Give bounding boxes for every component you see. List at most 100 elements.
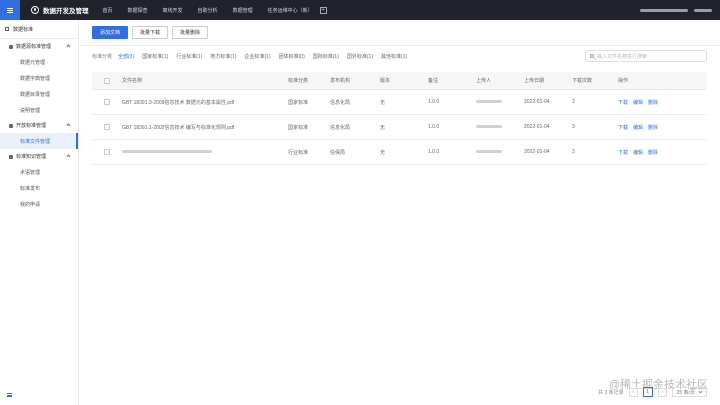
chevron-down-icon [698, 388, 703, 394]
file-uploader [476, 99, 524, 105]
file-uploader [476, 124, 524, 130]
files-table: 文件名称 标准分类 发布机构 版本 备注 上传人 上传日期 下载次数 操作 GB… [92, 72, 707, 165]
file-note: 1.0.0 [428, 124, 440, 130]
sidebar-group-knowledge[interactable]: 标准知识管理 [0, 149, 78, 164]
redacted-uploader [476, 125, 502, 129]
redacted-uploader [476, 100, 502, 104]
folder-icon [9, 123, 13, 128]
chevron-up-icon [66, 154, 71, 159]
row-actions: 下载 编辑 删除 [618, 124, 688, 131]
col-header-name: 文件名称 [122, 78, 143, 84]
select-all-checkbox[interactable] [104, 77, 110, 84]
main-nav: 首页 数据探查 离线开发 自助分析 数据管理 任务运维中心（新） + [103, 6, 327, 14]
file-category: 国家标准 [288, 124, 309, 131]
sidebar-header: 数据标准 [0, 20, 78, 39]
filter-industry[interactable]: 行业标准(1) [176, 53, 202, 60]
nav-item-offline-dev[interactable]: 离线开发 [163, 7, 183, 14]
sidebar-item-description[interactable]: 说明管理 [0, 102, 78, 118]
download-link[interactable]: 下载 [618, 124, 628, 131]
sidebar-item-standard-files[interactable]: 标准文件管理 [0, 133, 78, 149]
sidebar-group-label: 数据源标准管理 [16, 44, 52, 50]
file-date: 2022-01-04 [524, 124, 550, 130]
download-link[interactable]: 下载 [618, 149, 628, 156]
nav-item-home[interactable]: 首页 [103, 7, 113, 14]
add-tab-button[interactable]: + [319, 6, 327, 14]
row-checkbox[interactable] [104, 124, 110, 130]
nav-item-self-analysis[interactable]: 自助分析 [198, 7, 218, 14]
gear-icon [9, 154, 13, 159]
file-name [122, 149, 288, 155]
file-note: 1.0.0 [428, 99, 440, 105]
add-document-button[interactable]: 添加文档 [92, 26, 129, 39]
nav-item-data-explore[interactable]: 数据探查 [128, 7, 148, 14]
search-placeholder: 输入文件名称进行搜索 [597, 53, 648, 60]
delete-link[interactable]: 删除 [648, 149, 658, 156]
current-page[interactable]: 1 [642, 387, 653, 397]
delete-link[interactable]: 删除 [648, 99, 658, 106]
col-header-date: 上传日期 [524, 78, 545, 84]
row-checkbox[interactable] [104, 99, 110, 105]
sidebar-group-label: 开放标准管理 [16, 123, 47, 129]
pagination: 共 3 条记录 ‹ 1 › 25 条/页 [598, 387, 707, 397]
edit-link[interactable]: 编辑 [633, 124, 643, 131]
file-version: 无 [380, 149, 386, 156]
standard-icon [5, 27, 9, 31]
filter-enterprise[interactable]: 企业标准(1) [245, 53, 271, 60]
filter-other[interactable]: 其他标准(1) [381, 53, 407, 60]
prev-page-button[interactable]: ‹ [628, 387, 638, 397]
divider [79, 45, 720, 46]
filter-all[interactable]: 全部(3) [118, 53, 134, 60]
file-category: 行业标准 [288, 149, 309, 156]
search-icon [590, 54, 594, 58]
main-content: 添加文档 批量下载 批量删除 标准分类 全部(3) 国家标准(1) 行业标准(1… [79, 20, 720, 405]
row-checkbox[interactable] [104, 149, 110, 155]
chevron-up-icon [66, 123, 71, 128]
toolbar: 添加文档 批量下载 批量删除 [92, 26, 209, 39]
file-version: 无 [380, 124, 386, 131]
delete-link[interactable]: 删除 [648, 124, 658, 131]
filter-group[interactable]: 团体标准(0) [279, 53, 305, 60]
redacted-file-name [122, 150, 212, 154]
edit-link[interactable]: 编辑 [633, 99, 643, 106]
search-input[interactable]: 输入文件名称进行搜索 [585, 50, 707, 62]
file-downloads: 3 [572, 124, 575, 130]
sidebar-item-terms[interactable]: 术语管理 [0, 164, 78, 180]
download-link[interactable]: 下载 [618, 99, 628, 106]
table-header: 文件名称 标准分类 发布机构 版本 备注 上传人 上传日期 下载次数 操作 [92, 72, 707, 90]
sidebar-item-data-catalog[interactable]: 数据目录管理 [0, 86, 78, 102]
total-records: 共 3 条记录 [598, 389, 624, 396]
file-uploader [476, 149, 524, 155]
filter-foreign[interactable]: 国外标准(1) [347, 53, 373, 60]
sidebar-item-publish[interactable]: 标准发布 [0, 180, 78, 196]
nav-item-data-management[interactable]: 数据管理 [233, 7, 253, 14]
filter-national[interactable]: 国家标准(1) [142, 53, 168, 60]
batch-download-button[interactable]: 批量下载 [132, 26, 169, 39]
batch-delete-button[interactable]: 批量删除 [172, 26, 209, 39]
sidebar: 数据标准 数据源标准管理 数据元管理 数据字典管理 数据目录管理 说明管理 开放… [0, 20, 79, 405]
page-size-value: 25 条/页 [676, 389, 695, 396]
app-title: 数据开发及管理 [43, 8, 89, 15]
sidebar-item-data-dictionary[interactable]: 数据字典管理 [0, 70, 78, 86]
sidebar-item-my-requests[interactable]: 我的申请 [0, 196, 78, 212]
sidebar-group-open-standard[interactable]: 开放标准管理 [0, 118, 78, 133]
col-header-downloads: 下载次数 [572, 78, 593, 84]
next-page-button[interactable]: › [657, 387, 667, 397]
filter-local[interactable]: 地方标准(1) [210, 53, 236, 60]
col-header-actions: 操作 [618, 78, 629, 84]
col-header-uploader: 上传人 [476, 78, 492, 84]
user-area[interactable] [640, 0, 712, 20]
menu-icon [7, 9, 13, 11]
redacted-avatar [694, 8, 712, 12]
app-menu-button[interactable] [0, 0, 20, 20]
sidebar-group-label: 标准知识管理 [16, 154, 47, 160]
sidebar-group-source-standard[interactable]: 数据源标准管理 [0, 39, 78, 54]
filter-international[interactable]: 国际标准(1) [313, 53, 339, 60]
nav-item-task-ops[interactable]: 任务运维中心（新） [268, 7, 313, 14]
page-size-select[interactable]: 25 条/页 [671, 387, 707, 397]
collapse-sidebar-icon[interactable] [7, 393, 12, 397]
file-org: 信息化局 [330, 99, 351, 106]
edit-link[interactable]: 编辑 [633, 149, 643, 156]
col-header-version: 版本 [380, 78, 391, 84]
sidebar-item-data-element[interactable]: 数据元管理 [0, 54, 78, 70]
file-name: GBT 18391.1-2002信息技术 编写与标准化规则.pdf [122, 124, 235, 131]
